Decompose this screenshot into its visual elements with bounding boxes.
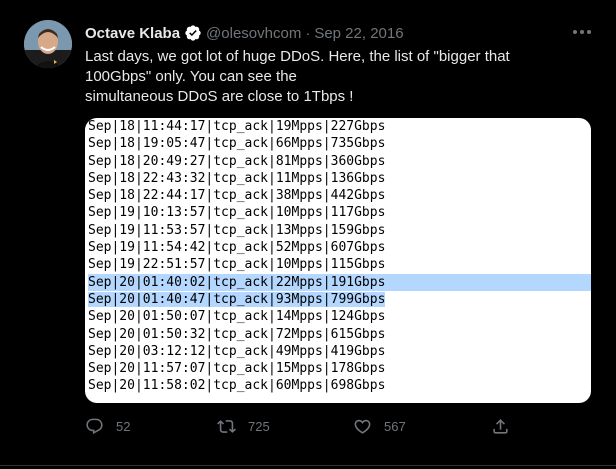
tweet-date[interactable]: Sep 22, 2016	[314, 25, 403, 42]
tweet-header: Octave Klaba @olesovhcom · Sep 22, 2016	[85, 22, 404, 44]
share-button[interactable]	[491, 414, 510, 438]
log-line: Sep|18|22:44:17|tcp_ack|38Mpps|442Gbps	[88, 188, 386, 204]
log-line: Sep|20|11:57:07|tcp_ack|15Mpps|178Gbps	[88, 361, 386, 377]
author-name[interactable]: Octave Klaba	[85, 25, 180, 42]
share-icon	[493, 418, 508, 434]
log-line: Sep|20|01:50:32|tcp_ack|72Mpps|615Gbps	[88, 326, 386, 342]
log-line: Sep|18|11:44:17|tcp_ack|19Mpps|227Gbps	[88, 119, 386, 134]
reply-button[interactable]: 52	[85, 414, 130, 438]
log-line: Sep|18|22:43:32|tcp_ack|11Mpps|136Gbps	[88, 170, 386, 186]
ddos-log: Sep|18|11:11:11|tcp_ack|11Mpps|111Gbps S…	[88, 118, 591, 395]
log-line: Sep|19|22:51:57|tcp_ack|10Mpps|115Gbps	[88, 257, 386, 273]
log-line-highlighted: Sep|20|01:40:47|tcp_ack|93Mpps|799Gbps	[88, 291, 591, 308]
author-handle[interactable]: @olesovhcom	[206, 25, 301, 42]
tweet-text-line: simultaneous DDoS are close to 1Tbps !	[85, 88, 354, 105]
tweet-text: Last days, we got lot of huge DDoS. Here…	[85, 47, 585, 107]
log-line: Sep|20|03:12:12|tcp_ack|49Mpps|419Gbps	[88, 343, 386, 359]
tweet-text-line: 100Gbps" only. You can see the	[85, 68, 297, 85]
tweet-divider	[0, 465, 616, 466]
reply-count: 52	[116, 418, 131, 434]
verified-badge-icon	[184, 24, 202, 42]
log-line-highlighted: Sep|20|01:40:02|tcp_ack|22Mpps|191Gbps	[88, 273, 591, 291]
author-avatar[interactable]	[24, 20, 72, 68]
tweet-text-line: Last days, we got lot of huge DDoS. Here…	[85, 48, 510, 65]
like-icon	[354, 419, 371, 434]
log-line: Sep|19|11:54:42|tcp_ack|52Mpps|607Gbps	[88, 240, 386, 256]
log-line: Sep|20|11:58:02|tcp_ack|60Mpps|698Gbps	[88, 378, 386, 394]
log-line: Sep|20|01:50:07|tcp_ack|14Mpps|124Gbps	[88, 309, 386, 325]
retweet-button[interactable]: 725	[217, 414, 270, 438]
header-separator: ·	[305, 24, 311, 42]
tweet[interactable]: Octave Klaba @olesovhcom · Sep 22, 2016 …	[0, 0, 616, 469]
log-line: Sep|19|10:13:57|tcp_ack|10Mpps|117Gbps	[88, 205, 386, 221]
log-line-text: Sep|20|01:40:47|tcp_ack|93Mpps|799Gbps	[88, 291, 386, 307]
log-line: Sep|18|19:05:47|tcp_ack|66Mpps|735Gbps	[88, 136, 386, 152]
like-button[interactable]: 567	[353, 414, 406, 438]
avatar-photo	[24, 20, 72, 68]
like-count: 567	[384, 418, 406, 434]
more-icon[interactable]	[568, 22, 596, 42]
tweet-actions: 52 725 567	[85, 414, 515, 438]
retweet-count: 725	[248, 418, 270, 434]
log-line: Sep|19|11:53:57|tcp_ack|13Mpps|159Gbps	[88, 222, 386, 238]
reply-icon	[86, 418, 103, 434]
retweet-icon	[217, 419, 236, 433]
tweet-image[interactable]: Sep|18|11:11:11|tcp_ack|11Mpps|111Gbps S…	[85, 118, 591, 403]
log-line: Sep|18|20:49:27|tcp_ack|81Mpps|360Gbps	[88, 153, 386, 169]
